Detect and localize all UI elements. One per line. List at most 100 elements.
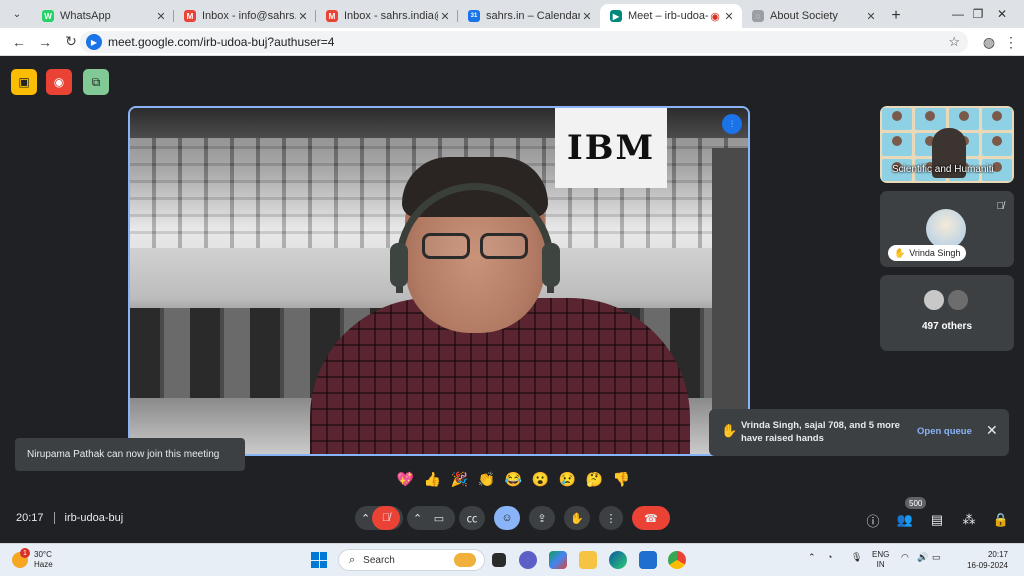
globe-icon: ◌ (752, 10, 764, 22)
back-button[interactable]: ← (6, 29, 32, 55)
close-icon[interactable]: ✕ (986, 422, 998, 439)
chevron-up-icon[interactable]: ⌃ (808, 552, 816, 563)
recording-icon[interactable]: ◉ (46, 69, 72, 95)
thumbs-up-reaction[interactable]: 👍 (419, 468, 446, 490)
clap-reaction[interactable]: 👏 (473, 468, 500, 490)
omnibox[interactable]: ▶ meet.google.com/irb-udoa-buj?authuser=… (80, 31, 968, 53)
chrome-icon[interactable] (668, 551, 686, 569)
task-view-icon[interactable] (492, 553, 506, 567)
start-button[interactable] (311, 552, 327, 568)
main-speaker-video[interactable]: IBM ⫶ (128, 106, 750, 456)
party-reaction[interactable]: 🎉 (446, 468, 473, 490)
gmail-icon: M (326, 10, 338, 22)
battery-icon[interactable]: ▭ (932, 552, 941, 563)
system-clock[interactable]: 20:17 16-09-2024 (950, 549, 1008, 571)
avatar (922, 288, 946, 312)
raise-hand-button[interactable]: ✋ (564, 506, 590, 530)
close-icon[interactable]: ✕ (296, 10, 310, 23)
whatsapp-icon: W (42, 10, 54, 22)
close-icon[interactable]: ✕ (722, 10, 736, 23)
close-icon[interactable]: ✕ (580, 10, 594, 23)
meet-tray-icon[interactable]: ◔ (827, 552, 832, 562)
meeting-code: irb-udoa-buj (64, 512, 124, 524)
chat-icon: ▤ (930, 512, 944, 527)
meeting-info-button[interactable]: ⓘ (863, 510, 883, 530)
wifi-icon[interactable]: ◠ (901, 552, 909, 563)
lock-person-icon: 🔒 (992, 512, 1010, 527)
leave-call-button[interactable]: ☎ (632, 506, 670, 530)
thumbs-down-reaction[interactable]: 👎 (608, 468, 635, 490)
camera-toggle-button[interactable]: ▭ (426, 506, 452, 530)
companion-mode-icon[interactable]: ⧉ (83, 69, 109, 95)
join-notification-toast: Nirupama Pathak can now join this meetin… (15, 438, 245, 471)
tab-title: WhatsApp (60, 10, 111, 22)
tab-meet[interactable]: ▶ Meet – irb-udoa-buj ◉ ✕ (600, 4, 742, 28)
chat-button[interactable]: ▤ (927, 510, 947, 530)
info-icon: ⓘ (866, 513, 880, 529)
activities-button[interactable]: ⁂ (959, 510, 979, 530)
tab-inbox-sahrs[interactable]: M Inbox - sahrs.india@gmail ✕ (316, 4, 458, 28)
meet-icon: ▶ (610, 10, 622, 22)
tab-calendar[interactable]: 31 sahrs.in – Calendar - Mond ✕ (458, 4, 600, 28)
raised-hands-notification: ✋ Vrinda Singh, sajal 708, and 5 more ha… (709, 409, 1009, 456)
browser-menu-icon[interactable]: ⋮ (998, 29, 1024, 55)
search-icon: ⌕ (349, 553, 356, 566)
raised-hands-text: Vrinda Singh, sajal 708, and 5 more have… (741, 420, 900, 444)
tab-whatsapp[interactable]: W WhatsApp ✕ (32, 4, 174, 28)
copilot-icon[interactable] (549, 551, 567, 569)
hand-icon: ✋ (570, 512, 584, 525)
sad-reaction[interactable]: 😢 (554, 468, 581, 490)
address-bar-row: ← → ↻ ▶ meet.google.com/irb-udoa-buj?aut… (0, 28, 1024, 56)
notification-badge: 1 (20, 548, 30, 558)
captions-button[interactable]: ㏄ (459, 506, 485, 530)
people-button[interactable]: 👥 (895, 510, 915, 530)
search-placeholder: Search (363, 554, 395, 566)
tab-inbox-info[interactable]: M Inbox - info@sahrs.in - sah ✕ (174, 4, 316, 28)
window-close-button[interactable]: ✕ (980, 0, 1024, 28)
open-queue-button[interactable]: Open queue (917, 426, 972, 437)
host-controls-button[interactable]: 🔒 (991, 510, 1011, 530)
others-count: 497 others (921, 321, 973, 332)
new-tab-button[interactable]: + (884, 4, 908, 28)
tab-title: About Society (770, 10, 838, 22)
present-button[interactable]: ⇪ (529, 506, 555, 530)
site-info-icon[interactable]: ▶ (86, 34, 102, 50)
url-text: meet.google.com/irb-udoa-buj?authuser=4 (108, 35, 335, 49)
calendar-icon: 31 (468, 10, 480, 22)
forward-button[interactable]: → (32, 29, 58, 55)
participant-tile-vrinda[interactable]: 🎙̸ ✋ Vrinda Singh (880, 191, 1014, 267)
tab-search-button[interactable]: ⌄ (6, 4, 28, 24)
volume-icon[interactable]: 🔊 (917, 552, 928, 563)
tab-about-society[interactable]: ◌ About Society ✕ (742, 4, 884, 28)
reactions-button[interactable]: ☺ (494, 506, 520, 530)
raised-hand-chip: ✋ Vrinda Singh (888, 245, 967, 261)
surprised-reaction[interactable]: 😮 (527, 468, 554, 490)
mic-icon[interactable]: 🎙 (851, 552, 862, 563)
host-controls-icon[interactable]: ▣ (11, 69, 37, 95)
weather-widget[interactable]: 1 30°C Haze (12, 548, 53, 570)
chevron-up-icon: ⌃ (413, 512, 423, 525)
end-call-icon: ☎ (644, 512, 658, 525)
tab-title: Inbox - info@sahrs.in - sah (202, 10, 296, 22)
heart-reaction[interactable]: 💖 (392, 468, 419, 490)
close-icon[interactable]: ✕ (438, 10, 452, 23)
others-tile[interactable]: 497 others (880, 275, 1014, 351)
store-icon[interactable] (639, 551, 657, 569)
laugh-reaction[interactable]: 😂 (500, 468, 527, 490)
close-icon[interactable]: ✕ (864, 10, 878, 23)
more-options-button[interactable]: ⋮ (599, 506, 623, 530)
participant-tile-presentation[interactable]: Scientific and Humaniti (880, 106, 1014, 183)
thinking-reaction[interactable]: 🤔 (581, 468, 608, 490)
teams-chat-icon[interactable] (519, 551, 537, 569)
mic-toggle-button[interactable]: 🎙̸ (372, 506, 400, 530)
edge-icon[interactable] (609, 551, 627, 569)
camera-icon: ▭ (433, 512, 445, 525)
taskbar-search[interactable]: ⌕ Search (338, 549, 485, 571)
language-indicator[interactable]: ENG IN (872, 550, 889, 570)
bookmark-star-icon[interactable]: ☆ (948, 34, 960, 50)
speaking-indicator-icon: ⫶ (722, 114, 742, 134)
meeting-time: 20:17 (16, 512, 44, 524)
file-explorer-icon[interactable] (579, 551, 597, 569)
close-icon[interactable]: ✕ (154, 10, 168, 23)
weather-desc: Haze (34, 560, 53, 569)
